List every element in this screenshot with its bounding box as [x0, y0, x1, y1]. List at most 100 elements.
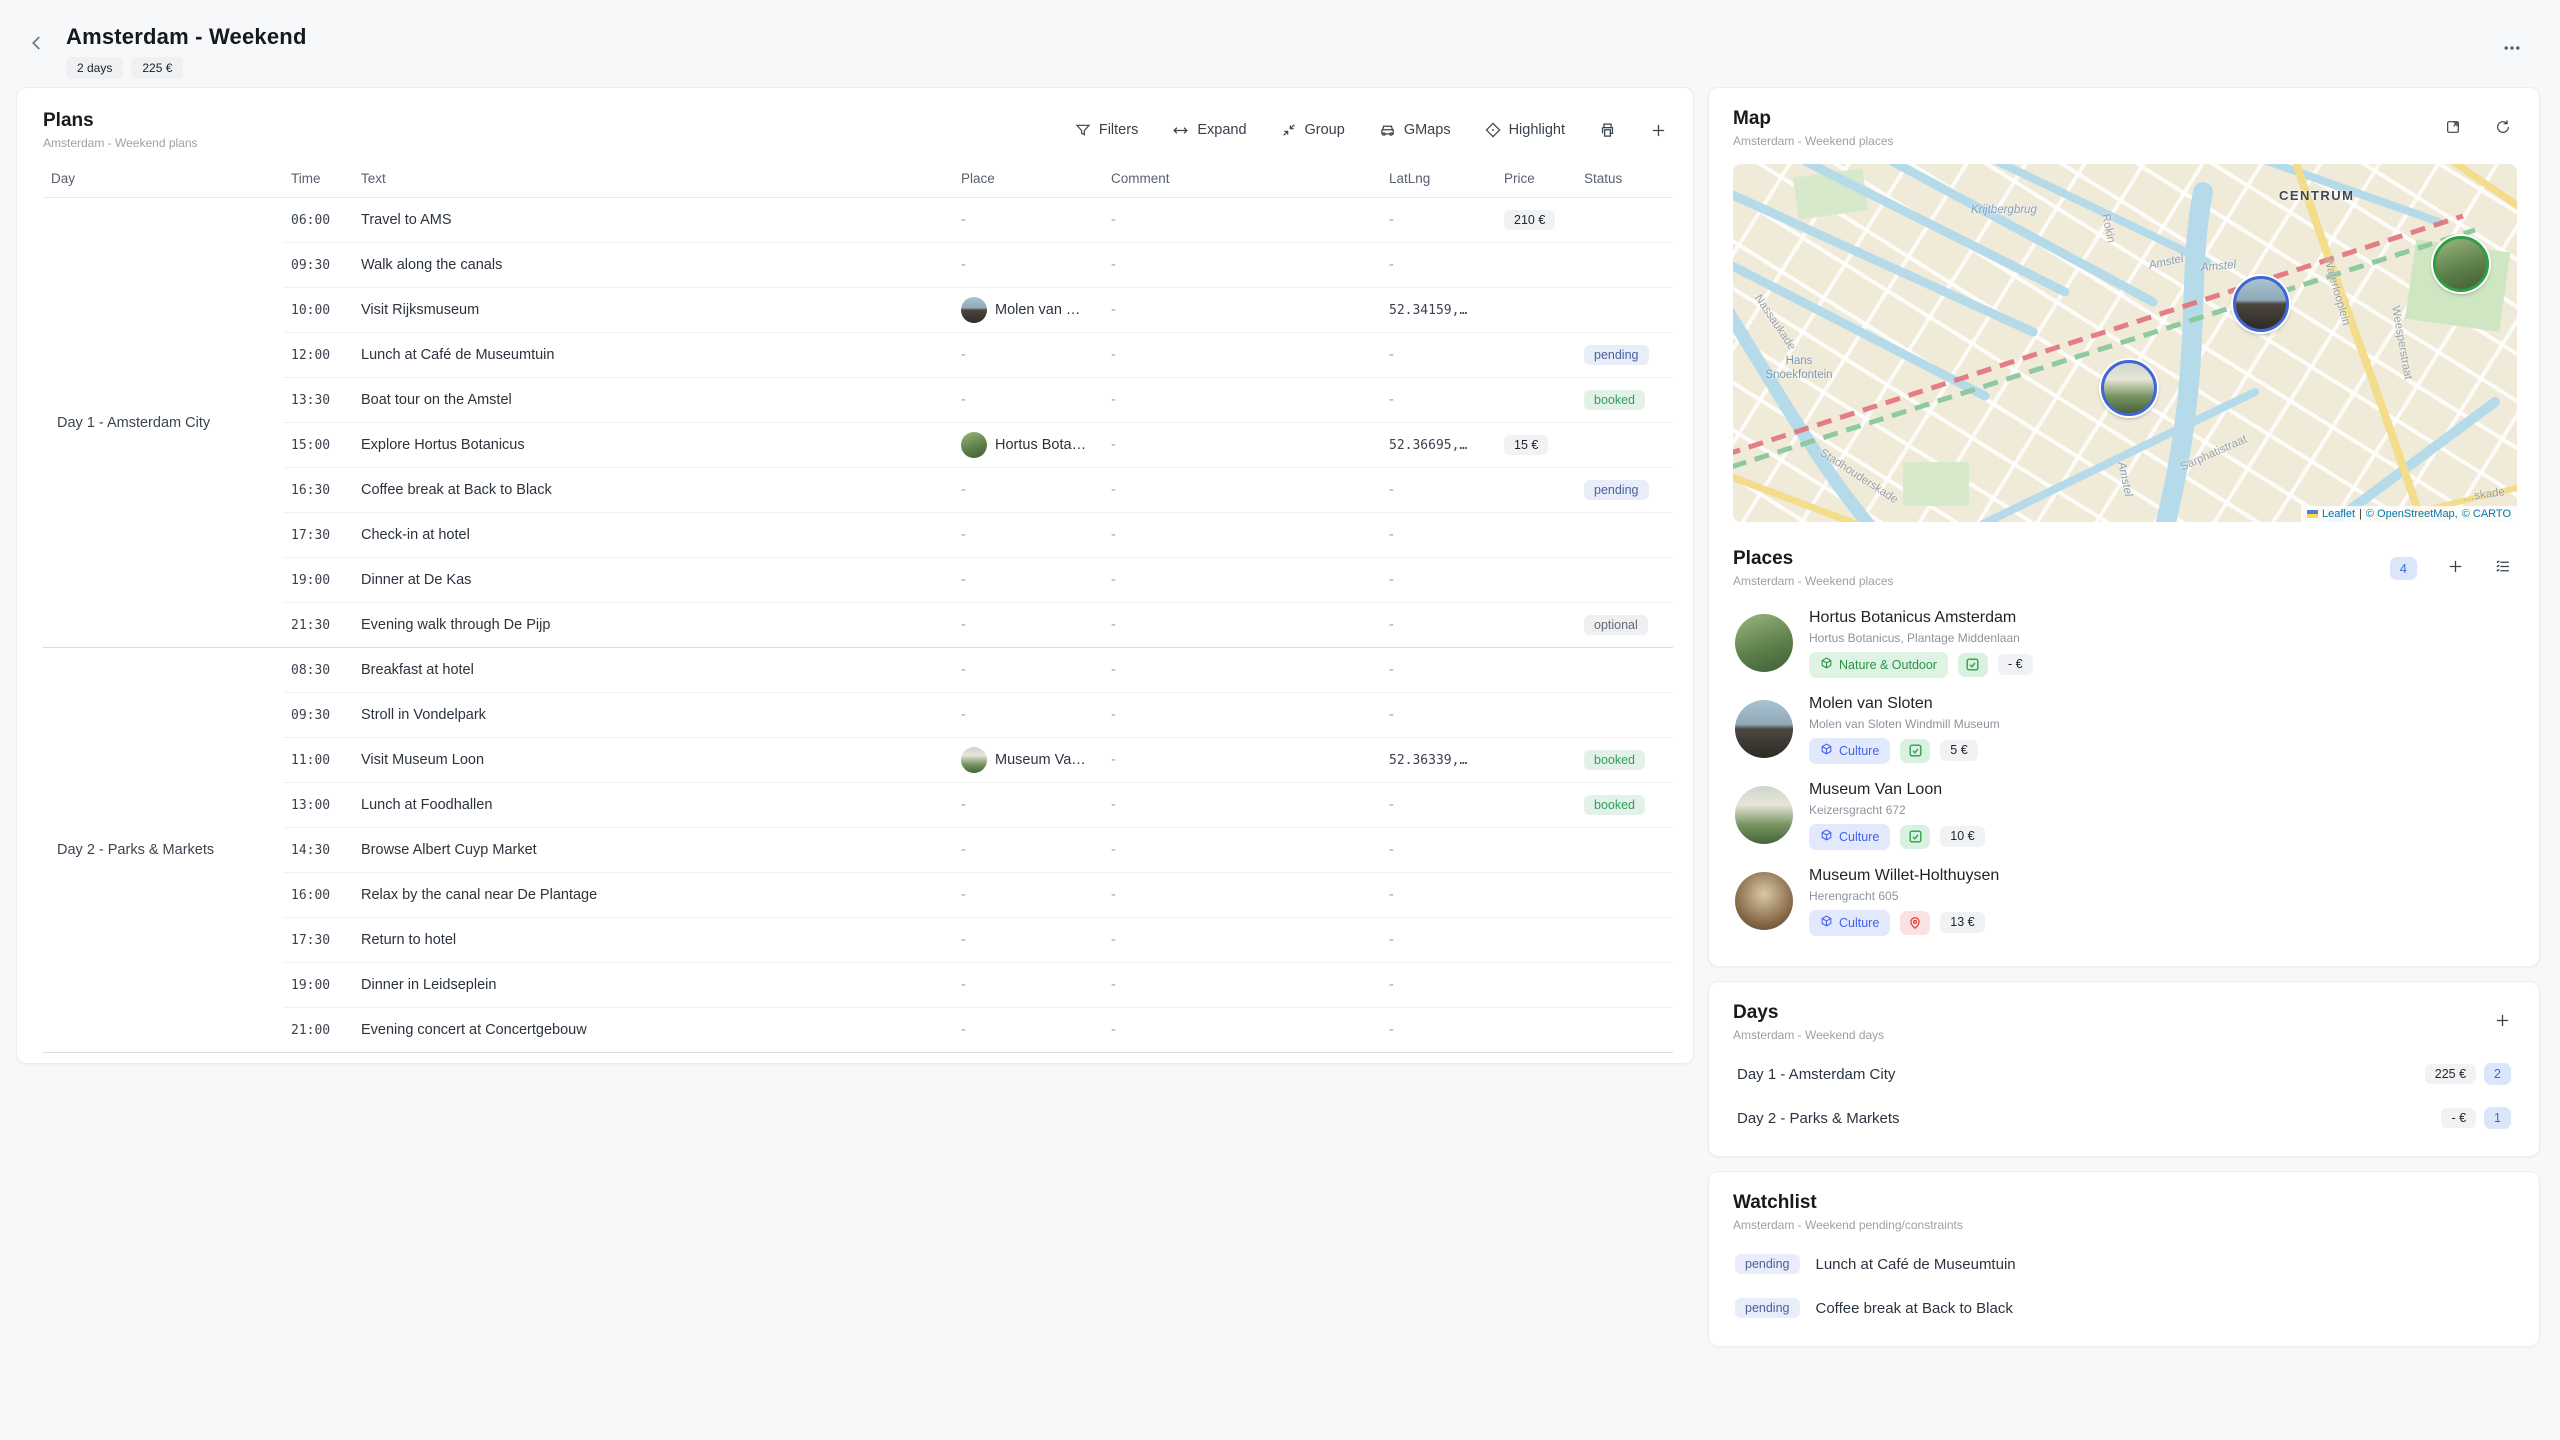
plan-text: Lunch at Foodhallen — [353, 783, 953, 828]
toolbar-highlight-button[interactable]: Highlight — [1485, 122, 1565, 138]
plan-latlng: - — [1381, 333, 1496, 378]
toolbar-print-button[interactable] — [1599, 122, 1616, 139]
place-item[interactable]: Molen van SlotenMolen van Sloten Windmil… — [1733, 686, 2515, 772]
map[interactable]: KrijtbergbrugRokinAmstelAmstelCENTRUMWat… — [1733, 164, 2517, 522]
day-badges: - €1 — [2441, 1107, 2511, 1129]
plan-latlng: 52.36339,… — [1381, 738, 1496, 783]
plan-latlng: - — [1381, 468, 1496, 513]
plan-latlng: 52.36695,… — [1381, 423, 1496, 468]
plan-row[interactable]: 16:00Relax by the canal near De Plantage… — [43, 873, 1673, 918]
map-marker-vanloon[interactable] — [2101, 360, 2157, 416]
days-card: Days Amsterdam - Weekend days Day 1 - Am… — [1708, 981, 2540, 1157]
places-list-button[interactable] — [2490, 554, 2515, 582]
plan-time: 21:30 — [283, 603, 353, 648]
plan-comment: - — [1103, 288, 1381, 333]
day-list-item[interactable]: Day 1 - Amsterdam City225 €2 — [1733, 1054, 2515, 1094]
plan-comment: - — [1103, 243, 1381, 288]
plan-row[interactable]: 21:00Evening concert at Concertgebouw--- — [43, 1008, 1673, 1053]
place-price-badge: - € — [1998, 654, 2033, 675]
day-list-item[interactable]: Day 2 - Parks & Markets- €1 — [1733, 1098, 2515, 1138]
toolbar-label: Highlight — [1509, 122, 1565, 138]
plan-row[interactable]: 17:30Check-in at hotel--- — [43, 513, 1673, 558]
plan-price — [1496, 468, 1576, 513]
place-item[interactable]: Hortus Botanicus AmsterdamHortus Botanic… — [1733, 600, 2515, 686]
carto-link[interactable]: © CARTO — [2462, 508, 2511, 520]
plan-time: 17:30 — [283, 513, 353, 558]
toolbar-expand-button[interactable]: Expand — [1172, 122, 1246, 139]
pending-badge: pending — [1735, 1298, 1800, 1319]
plan-text: Lunch at Café de Museumtuin — [353, 333, 953, 378]
plan-row[interactable]: 21:30Evening walk through De Pijp---opti… — [43, 603, 1673, 648]
place-item[interactable]: Museum Willet-HolthuysenHerengracht 605C… — [1733, 858, 2515, 944]
plan-comment: - — [1103, 693, 1381, 738]
plan-row[interactable]: 10:00Visit RijksmuseumMolen van …-52.341… — [43, 288, 1673, 333]
plan-row[interactable]: 13:30Boat tour on the Amstel---booked — [43, 378, 1673, 423]
plan-row[interactable]: Day 2 - Parks & Markets08:30Breakfast at… — [43, 648, 1673, 693]
plan-time: 17:30 — [283, 918, 353, 963]
plan-price — [1496, 243, 1576, 288]
plan-row[interactable]: 09:30Stroll in Vondelpark--- — [43, 693, 1673, 738]
plan-row[interactable]: 16:30Coffee break at Back to Black---pen… — [43, 468, 1673, 513]
place-photo — [1735, 614, 1793, 672]
list-icon — [2494, 563, 2511, 578]
map-marker-hortus[interactable] — [2433, 236, 2489, 292]
toolbar-gmaps-button[interactable]: GMaps — [1379, 122, 1451, 139]
plan-latlng: - — [1381, 603, 1496, 648]
plan-price — [1496, 648, 1576, 693]
plan-row[interactable]: Day 1 - Amsterdam City06:00Travel to AMS… — [43, 198, 1673, 243]
plan-row[interactable]: 19:00Dinner in Leidseplein--- — [43, 963, 1673, 1008]
plan-status: pending — [1576, 468, 1673, 513]
place-badges: Culture5 € — [1809, 738, 2000, 764]
places-add-button[interactable] — [2443, 554, 2468, 582]
attribution-separator: | — [2359, 508, 2362, 520]
map-refresh-button[interactable] — [2491, 115, 2515, 142]
days-title: Days — [1733, 1002, 1884, 1024]
back-button[interactable] — [22, 28, 52, 61]
plan-text: Dinner in Leidseplein — [353, 963, 953, 1008]
plan-row[interactable]: 09:30Walk along the canals--- — [43, 243, 1673, 288]
map-marker-windmill[interactable] — [2233, 276, 2289, 332]
plan-latlng: - — [1381, 918, 1496, 963]
plan-place: - — [953, 513, 1103, 558]
toolbar-group-button[interactable]: Group — [1281, 122, 1345, 138]
plan-comment: - — [1103, 468, 1381, 513]
plan-row[interactable]: 12:00Lunch at Café de Museumtuin---pendi… — [43, 333, 1673, 378]
osm-link[interactable]: © OpenStreetMap, — [2366, 508, 2458, 520]
plan-row[interactable]: 15:00Explore Hortus BotanicusHortus Bota… — [43, 423, 1673, 468]
plan-row[interactable]: 13:00Lunch at Foodhallen---booked — [43, 783, 1673, 828]
place-photo — [1735, 786, 1793, 844]
toolbar-add-button[interactable] — [1650, 122, 1667, 139]
place-address: Keizersgracht 672 — [1809, 803, 1985, 817]
toolbar-label: GMaps — [1404, 122, 1451, 138]
watchlist-item[interactable]: pendingLunch at Café de Museumtuin — [1733, 1244, 2515, 1284]
leaflet-link[interactable]: Leaflet — [2322, 508, 2355, 520]
plan-place: - — [953, 198, 1103, 243]
more-menu-button[interactable] — [2494, 30, 2530, 69]
map-expand-button[interactable] — [2441, 115, 2465, 142]
place-name: Museum Van Loon — [1809, 781, 1985, 799]
plan-price — [1496, 288, 1576, 333]
plan-text: Visit Rijksmuseum — [353, 288, 953, 333]
toolbar-label: Group — [1305, 122, 1345, 138]
plan-row[interactable]: 11:00Visit Museum LoonMuseum Va…-52.3633… — [43, 738, 1673, 783]
plan-row[interactable]: 14:30Browse Albert Cuyp Market--- — [43, 828, 1673, 873]
column-header-status: Status — [1576, 162, 1673, 198]
visited-check-icon — [1900, 739, 1930, 763]
toolbar-label: Filters — [1099, 122, 1138, 138]
plans-title: Plans — [43, 110, 198, 132]
plan-comment: - — [1103, 783, 1381, 828]
status-badge: optional — [1584, 615, 1648, 636]
plan-row[interactable]: 19:00Dinner at De Kas--- — [43, 558, 1673, 603]
toolbar-filters-button[interactable]: Filters — [1075, 122, 1138, 138]
place-thumbnail — [961, 432, 987, 458]
place-item[interactable]: Museum Van LoonKeizersgracht 672Culture1… — [1733, 772, 2515, 858]
place-badges: Culture13 € — [1809, 910, 1999, 936]
plan-comment: - — [1103, 648, 1381, 693]
plan-text: Dinner at De Kas — [353, 558, 953, 603]
days-add-button[interactable] — [2490, 1008, 2515, 1036]
plan-row[interactable]: 17:30Return to hotel--- — [43, 918, 1673, 963]
watchlist-item[interactable]: pendingCoffee break at Back to Black — [1733, 1288, 2515, 1328]
collapse-icon — [1281, 122, 1297, 138]
plan-text: Evening walk through De Pijp — [353, 603, 953, 648]
place-photo — [1735, 872, 1793, 930]
